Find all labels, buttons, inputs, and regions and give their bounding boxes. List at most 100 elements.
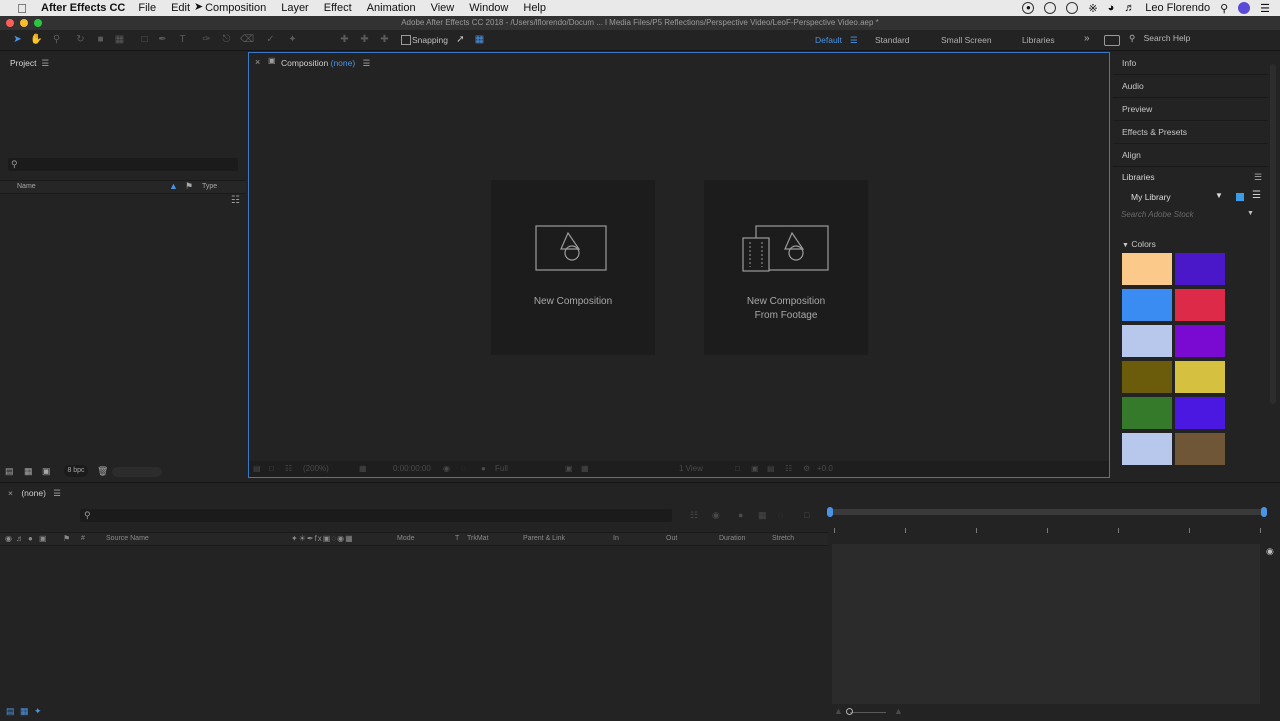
panel-menu-icon[interactable]: ☰ (41, 58, 49, 69)
menu-effect[interactable]: Effect (324, 2, 352, 14)
color-swatch[interactable] (1122, 397, 1172, 429)
app-name-menu[interactable]: After Effects CC (41, 2, 125, 14)
timeline-zoom-slider[interactable] (850, 712, 886, 713)
sync-icon[interactable] (1044, 2, 1057, 14)
project-search-input[interactable]: ⚲ (8, 158, 238, 171)
workspace-standard[interactable]: Standard (875, 35, 910, 45)
grid-view-icon[interactable] (1236, 193, 1244, 201)
color-swatch[interactable] (1122, 325, 1172, 357)
grid-icon[interactable]: ☷ (285, 464, 292, 473)
column-type[interactable]: Type (202, 183, 217, 190)
info-panel-tab[interactable]: Info (1113, 52, 1268, 75)
motion-blur-icon[interactable]: ◌ (778, 510, 783, 520)
menu-layer[interactable]: Layer (281, 2, 309, 14)
panel-menu-icon[interactable]: ☰ (1254, 172, 1262, 183)
libraries-panel-title[interactable]: Libraries (1122, 172, 1155, 182)
column-mode[interactable]: Mode (397, 535, 415, 542)
search-help-field[interactable]: ⚲ Search Help (1129, 33, 1269, 46)
apple-menu-icon[interactable]:  (14, 1, 30, 16)
spotlight-search-icon[interactable]: ⚲ (1220, 2, 1228, 15)
lock-icon[interactable]: ▣ (39, 534, 47, 543)
composition-tab[interactable]: Composition (none) ☰ (281, 58, 370, 69)
color-swatch[interactable] (1175, 253, 1225, 285)
target-region-icon[interactable]: ▣ (565, 464, 573, 473)
user-name[interactable]: Leo Florendo (1145, 2, 1210, 14)
snapshot-icon[interactable]: ◉ (443, 464, 450, 473)
chevron-down-icon[interactable]: ▼ (1247, 210, 1254, 217)
always-preview-icon[interactable]: ▤ (253, 464, 261, 473)
time-navigator-start-handle[interactable] (827, 507, 833, 517)
snap-edges-icon[interactable]: ➚ (454, 33, 467, 46)
color-swatch[interactable] (1175, 361, 1225, 393)
colors-section-toggle[interactable]: ▼ Colors (1122, 239, 1156, 249)
axis-world-icon[interactable]: ✚ (358, 33, 371, 46)
exposure-reset-icon[interactable]: ⚙ (803, 464, 810, 473)
menu-file[interactable]: File (138, 2, 156, 14)
timeline-icon[interactable]: ▤ (767, 464, 775, 473)
type-tool-icon[interactable]: T (176, 33, 189, 46)
exposure-value[interactable]: +0.0 (817, 464, 833, 473)
view-layout-dropdown[interactable]: 1 View (679, 464, 703, 473)
snap-features-icon[interactable]: ▦ (473, 33, 486, 46)
time-navigator-end-handle[interactable] (1261, 507, 1267, 517)
bluetooth-icon[interactable]: ※ (1088, 2, 1097, 15)
menu-animation[interactable]: Animation (367, 2, 416, 14)
column-t[interactable]: T (455, 535, 459, 542)
in-out-toggle-icon[interactable]: ✦ (34, 706, 42, 717)
snapping-checkbox[interactable] (401, 35, 411, 45)
composition-mini-flowchart-icon[interactable]: ☷ (690, 510, 698, 521)
library-select[interactable]: My Library ▼ (1121, 190, 1225, 204)
time-machine-icon[interactable] (1066, 2, 1079, 14)
adobe-stock-search-input[interactable]: Search Adobe Stock ▼ (1121, 210, 1261, 224)
new-composition-from-footage-card[interactable]: New Composition From Footage (704, 180, 868, 355)
toggle-pixel-aspect-icon[interactable]: □ (735, 464, 740, 473)
zoom-in-icon[interactable]: ▲ (894, 706, 903, 716)
pan-behind-tool-icon[interactable]: ▦ (113, 33, 126, 46)
audio-panel-tab[interactable]: Audio (1113, 75, 1268, 98)
color-swatch[interactable] (1175, 397, 1225, 429)
solo-icon[interactable]: ● (28, 534, 33, 543)
color-swatch[interactable] (1122, 289, 1172, 321)
flowchart-icon[interactable]: ☷ (231, 195, 240, 206)
new-folder-icon[interactable]: ▦ (24, 466, 33, 477)
brush-tool-icon[interactable]: ✑ (200, 33, 213, 46)
video-visibility-icon[interactable]: ◉ (5, 534, 12, 543)
flowchart-icon[interactable]: ☷ (785, 464, 792, 473)
resolution-dropdown[interactable]: Full (495, 464, 508, 473)
trash-icon[interactable]: 🗑 (97, 466, 108, 477)
fast-previews-icon[interactable]: ▣ (751, 464, 759, 473)
new-composition-icon[interactable]: ▣ (42, 466, 51, 477)
record-icon[interactable]: ● (1022, 2, 1035, 14)
menu-help[interactable]: Help (523, 2, 546, 14)
shy-layers-icon[interactable]: ● (738, 510, 743, 520)
column-out[interactable]: Out (666, 535, 677, 542)
close-tab-icon[interactable]: × (8, 488, 13, 498)
timeline-layer-area[interactable] (832, 544, 1260, 704)
workspace-layout-icon[interactable] (1104, 35, 1120, 46)
label-tag-icon[interactable]: ⚑ (185, 181, 193, 192)
current-time-display[interactable]: 0:00:00:00 (393, 464, 431, 473)
timeline-tab[interactable]: × (none) ☰ (8, 488, 61, 499)
puppet-tool-icon[interactable]: ✦ (286, 33, 299, 46)
list-view-icon[interactable]: ☰ (1252, 190, 1261, 201)
column-source-name[interactable]: Source Name (106, 535, 149, 542)
color-swatch[interactable] (1122, 433, 1172, 465)
color-management-icon[interactable]: ● (481, 464, 486, 473)
show-channel-icon[interactable]: ◌ (461, 464, 466, 473)
eraser-tool-icon[interactable]: ⌫ (240, 33, 254, 46)
bit-depth-button[interactable]: 8 bpc (64, 465, 88, 477)
wifi-icon[interactable]: ◕ (1108, 2, 1115, 14)
roto-brush-tool-icon[interactable]: ✓ (264, 33, 277, 46)
close-tab-icon[interactable]: × (255, 57, 260, 67)
notification-center-icon[interactable]: ☰ (1260, 2, 1270, 15)
draft-3d-icon[interactable]: ◉ (712, 510, 720, 521)
transparency-icon[interactable]: ▦ (581, 464, 589, 473)
column-in[interactable]: In (613, 535, 619, 542)
color-swatch[interactable] (1175, 433, 1225, 465)
siri-icon[interactable] (1238, 2, 1251, 14)
lock-icon[interactable]: ▣ (268, 56, 276, 65)
volume-icon[interactable]: ♬ (1124, 2, 1135, 14)
column-stretch[interactable]: Stretch (772, 535, 794, 542)
graph-editor-icon[interactable]: □ (804, 510, 809, 520)
workspace-menu-icon[interactable]: ☰ (850, 35, 858, 46)
